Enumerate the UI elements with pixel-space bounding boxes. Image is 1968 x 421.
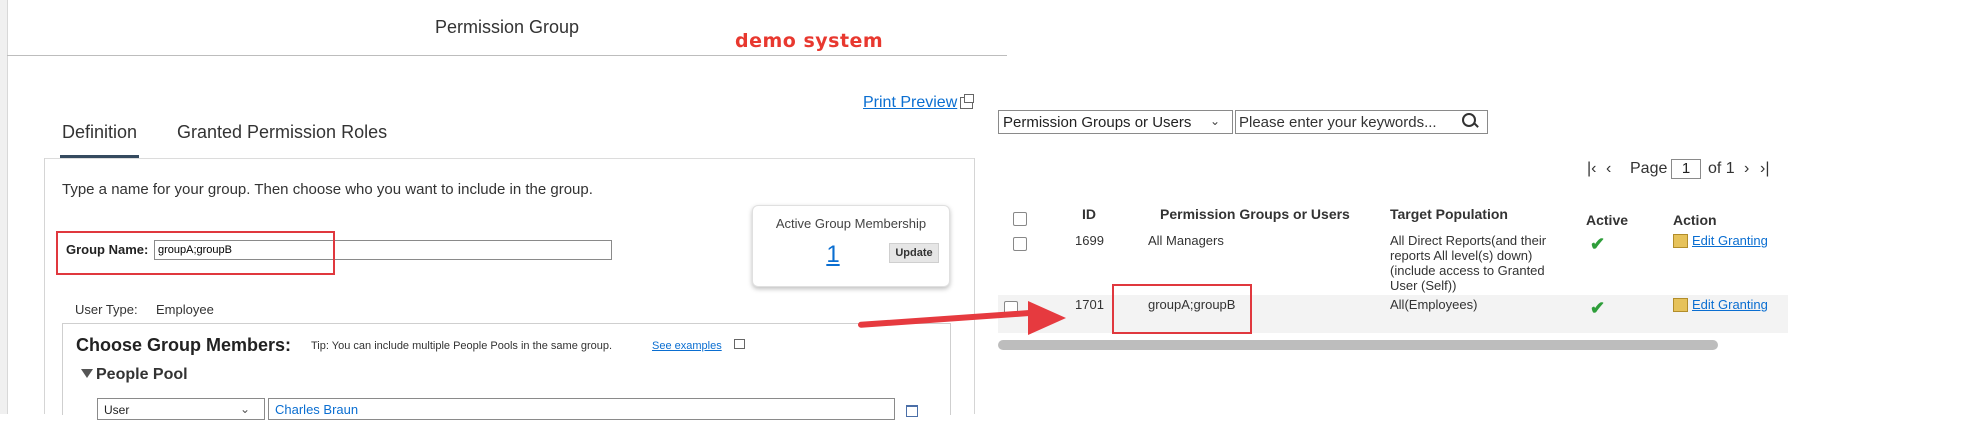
- title-divider: [7, 55, 1007, 56]
- membership-count-link[interactable]: 1: [818, 241, 848, 269]
- target-line: (include access to Granted: [1390, 263, 1545, 278]
- row-id: 1701: [1075, 297, 1104, 312]
- edit-granting-link[interactable]: Edit Granting: [1692, 233, 1768, 248]
- first-page-icon[interactable]: |‹: [1587, 160, 1596, 178]
- tab-granted-permission-roles[interactable]: Granted Permission Roles: [177, 122, 387, 143]
- column-header-active[interactable]: Active: [1586, 212, 1628, 228]
- column-header-target[interactable]: Target Population: [1390, 206, 1508, 222]
- people-pool-tip: Tip: You can include multiple People Poo…: [311, 340, 613, 352]
- print-preview-link[interactable]: Print Preview: [863, 94, 957, 112]
- active-group-membership-card: Active Group Membership 1 Update: [752, 205, 950, 287]
- see-examples-link[interactable]: See examples: [652, 340, 722, 352]
- delete-icon[interactable]: [906, 405, 918, 417]
- intro-text: Type a name for your group. Then choose …: [62, 181, 593, 198]
- row-id: 1699: [1075, 233, 1104, 248]
- choose-group-members-title: Choose Group Members:: [76, 335, 292, 355]
- pool-user-field[interactable]: [268, 398, 895, 420]
- active-check-icon: ✔: [1590, 234, 1606, 254]
- background-window-edge: [0, 0, 8, 414]
- target-line: All Direct Reports(and their: [1390, 233, 1547, 248]
- row-name: All Managers: [1148, 233, 1224, 248]
- search-filter-select[interactable]: Permission Groups or Users: [998, 110, 1233, 134]
- page-number-input[interactable]: 1: [1671, 159, 1701, 179]
- collapse-triangle-icon[interactable]: [81, 369, 93, 378]
- horizontal-scrollbar[interactable]: [998, 340, 1718, 350]
- user-type-value: Employee: [156, 302, 214, 317]
- page-label: Page: [1630, 160, 1668, 177]
- update-button[interactable]: Update: [889, 243, 939, 263]
- column-header-id[interactable]: ID: [1082, 206, 1096, 222]
- external-window-icon: [734, 339, 745, 349]
- page-total: of 1: [1708, 160, 1735, 177]
- select-all-checkbox[interactable]: [1013, 212, 1027, 226]
- next-page-icon[interactable]: ›: [1744, 160, 1749, 178]
- tab-definition[interactable]: Definition: [62, 122, 137, 143]
- edit-pencil-icon: [1673, 234, 1688, 248]
- people-pool-heading[interactable]: People Pool: [96, 366, 188, 384]
- previous-page-icon[interactable]: ‹: [1606, 160, 1611, 178]
- annotation-arrow-head: [1028, 301, 1066, 335]
- user-type-label: User Type:: [75, 302, 138, 317]
- row-checkbox[interactable]: [1013, 237, 1027, 251]
- membership-title: Active Group Membership: [775, 216, 927, 231]
- edit-pencil-icon: [1673, 298, 1688, 312]
- keyword-search-input[interactable]: Please enter your keywords...: [1235, 110, 1488, 134]
- pool-user-value[interactable]: Charles Braun: [275, 402, 358, 417]
- row-target: All Direct Reports(and their reports All…: [1390, 233, 1546, 293]
- search-icon[interactable]: [1458, 112, 1484, 132]
- external-window-icon: [960, 94, 974, 109]
- active-check-icon: ✔: [1590, 298, 1606, 318]
- edit-granting-link[interactable]: Edit Granting: [1692, 297, 1768, 312]
- column-header-name[interactable]: Permission Groups or Users: [1160, 206, 1350, 222]
- highlight-box-group-row: [1112, 284, 1252, 334]
- demo-system-watermark: demo system: [735, 30, 884, 52]
- row-target: All(Employees): [1390, 297, 1478, 312]
- target-line: reports All level(s) down): [1390, 248, 1533, 263]
- last-page-icon[interactable]: ›|: [1760, 160, 1769, 178]
- column-header-action[interactable]: Action: [1673, 212, 1717, 228]
- chevron-down-icon: ⌄: [1210, 114, 1221, 128]
- target-line: User (Self)): [1390, 278, 1457, 293]
- highlight-box-group-name: [56, 231, 335, 275]
